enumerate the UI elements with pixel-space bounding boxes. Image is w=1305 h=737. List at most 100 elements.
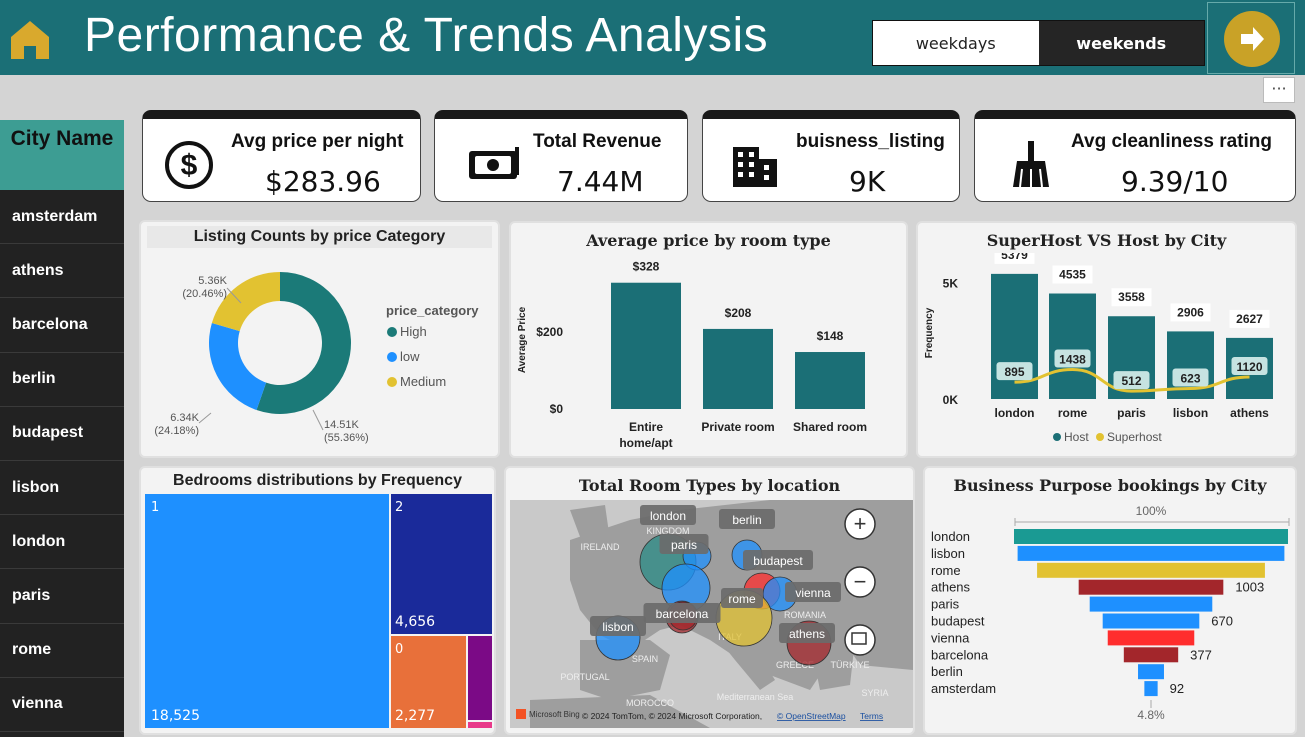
city-item[interactable]: amsterdam	[0, 190, 124, 245]
treemap-tile[interactable]: 0 2,277	[391, 636, 466, 728]
map-place-label: SYRIA	[861, 688, 888, 698]
city-item[interactable]: lisbon	[0, 461, 124, 516]
host-data-label: 2627	[1236, 312, 1263, 326]
y-axis-label: Frequency	[924, 307, 935, 358]
kpi-label: Total Revenue	[533, 131, 662, 152]
funnel-bar	[1102, 613, 1200, 629]
legend-marker	[1053, 433, 1061, 441]
y-tick-label: $0	[550, 402, 564, 416]
funnel-bar	[1089, 596, 1213, 612]
next-page-container	[1207, 2, 1295, 74]
funnel-bar	[1014, 529, 1288, 544]
x-tick-label: london	[995, 406, 1035, 420]
x-tick-label: home/apt	[619, 436, 672, 450]
funnel-bar	[1107, 630, 1195, 646]
svg-text:$: $	[181, 149, 198, 182]
room-price-chart[interactable]: Average Price $0 $200 $328 Entire home/apt $20…	[511, 255, 910, 455]
city-item[interactable]: paris	[0, 569, 124, 624]
funnel-bar	[1144, 681, 1158, 697]
chart-title: Total Room Types by location	[578, 476, 841, 495]
city-tag-label: berlin	[732, 513, 761, 527]
map-place-label: MOROCCO	[626, 698, 674, 708]
funnel-data-label: 92	[1170, 681, 1184, 696]
map-panel: Total Room Types by location IRELAND SPAI…	[504, 466, 915, 735]
legend-marker	[1096, 433, 1104, 441]
funnel-data-label: 1003	[1235, 580, 1264, 595]
map-place-label: ROMANIA	[784, 610, 826, 620]
bar	[795, 352, 865, 409]
page-title: Performance & Trends Analysis	[84, 9, 769, 62]
y-tick-label: $200	[536, 325, 563, 339]
funnel-bar	[1123, 647, 1179, 663]
city-tag-label: paris	[671, 538, 697, 552]
arrow-right-icon	[1241, 27, 1264, 51]
kpi-business-listing: buisness_listing 9K	[702, 110, 960, 202]
weekdays-button[interactable]: weekdays	[873, 21, 1039, 65]
host-bar	[1049, 293, 1096, 399]
funnel-category-label: vienna	[931, 630, 970, 645]
map-place-label: Mediterranean Sea	[717, 692, 794, 702]
treemap-tile[interactable]	[468, 636, 492, 720]
avg-price-panel: Average price by room type Average Price…	[509, 221, 908, 458]
dollar-icon: $	[165, 141, 213, 189]
bubble-map[interactable]: IRELANDSPAINPORTUGALITALYTÜRKIYESYRIAGRE…	[510, 500, 913, 728]
slice-pct-label: (55.36%)	[324, 432, 369, 444]
city-item[interactable]: london	[0, 515, 124, 570]
funnel-data-label: 670	[1211, 614, 1233, 629]
city-slicer: City Name amsterdam athens barcelona ber…	[0, 120, 124, 737]
city-item[interactable]: barcelona	[0, 298, 124, 353]
city-tag-label: vienna	[795, 586, 831, 600]
legend-marker	[387, 327, 397, 337]
city-item[interactable]: athens	[0, 244, 124, 299]
map-place-label: PORTUGAL	[560, 672, 609, 682]
kpi-label: Avg cleanliness rating	[1071, 131, 1272, 152]
funnel-bar	[1017, 545, 1285, 561]
chart-title: Business Purpose bookings by City	[953, 476, 1267, 495]
city-slicer-header: City Name	[0, 120, 124, 190]
funnel-bottom-label: 4.8%	[1137, 708, 1165, 722]
leader-line	[312, 409, 324, 431]
superhost-panel: SuperHost VS Host by City Frequency 0K 5K 5…	[916, 221, 1297, 458]
host-data-label: 4535	[1059, 268, 1086, 282]
city-tag-label: rome	[728, 592, 756, 606]
city-item[interactable]: vienna	[0, 678, 124, 732]
slice-pct-label: (24.18%)	[154, 425, 199, 437]
building-icon	[733, 147, 777, 187]
day-toggle[interactable]: weekdays weekends	[872, 20, 1205, 66]
city-item[interactable]: berlin	[0, 353, 124, 407]
funnel-chart[interactable]: 100% london lisbon rome athens 1003 paris budap…	[925, 500, 1299, 730]
tile-value: 2,277	[395, 708, 436, 724]
treemap-tile[interactable]: 1 18,525	[145, 494, 389, 728]
x-tick-label: paris	[1117, 406, 1146, 420]
donut-chart[interactable]: 14.51K(55.36%) 6.34K(24.18%) 5.36K(20.46%)…	[141, 248, 502, 458]
slice-value-label: 14.51K	[324, 419, 360, 431]
host-data-label: 5379	[1001, 253, 1028, 262]
leader-line	[198, 412, 212, 424]
more-options-button[interactable]: ···	[1263, 77, 1295, 103]
legend-label: High	[400, 324, 427, 339]
treemap-tile[interactable]: 2 4,656	[391, 494, 492, 634]
funnel-category-label: amsterdam	[931, 681, 996, 696]
superhost-data-label: 623	[1180, 372, 1200, 386]
tile-label: 0	[395, 642, 404, 657]
city-item[interactable]: budapest	[0, 407, 124, 461]
city-tag-label: budapest	[753, 554, 803, 568]
city-item[interactable]: rome	[0, 624, 124, 678]
kpi-value: 9.39/10	[1121, 165, 1229, 198]
funnel-bar	[1037, 562, 1265, 578]
next-page-button[interactable]	[1224, 11, 1280, 67]
slice-value-label: 5.36K	[198, 275, 227, 287]
home-icon[interactable]	[8, 18, 52, 62]
tile-value: 18,525	[151, 708, 200, 724]
header-bar: Performance & Trends Analysis weekdays w…	[0, 0, 1305, 75]
city-tag-label: london	[650, 509, 686, 523]
weekends-button[interactable]: weekends	[1038, 21, 1204, 65]
bar	[703, 328, 773, 409]
donut-slice-low	[209, 322, 267, 411]
y-tick-label: 0K	[943, 393, 959, 407]
treemap-tile[interactable]	[468, 722, 492, 728]
legend-label: Host	[1064, 430, 1089, 444]
legend-title: price_category	[386, 303, 479, 318]
superhost-chart[interactable]: Frequency 0K 5K 5379 london 4535 rome 3558 paris…	[918, 253, 1299, 459]
city-tag-label: barcelona	[656, 607, 709, 621]
